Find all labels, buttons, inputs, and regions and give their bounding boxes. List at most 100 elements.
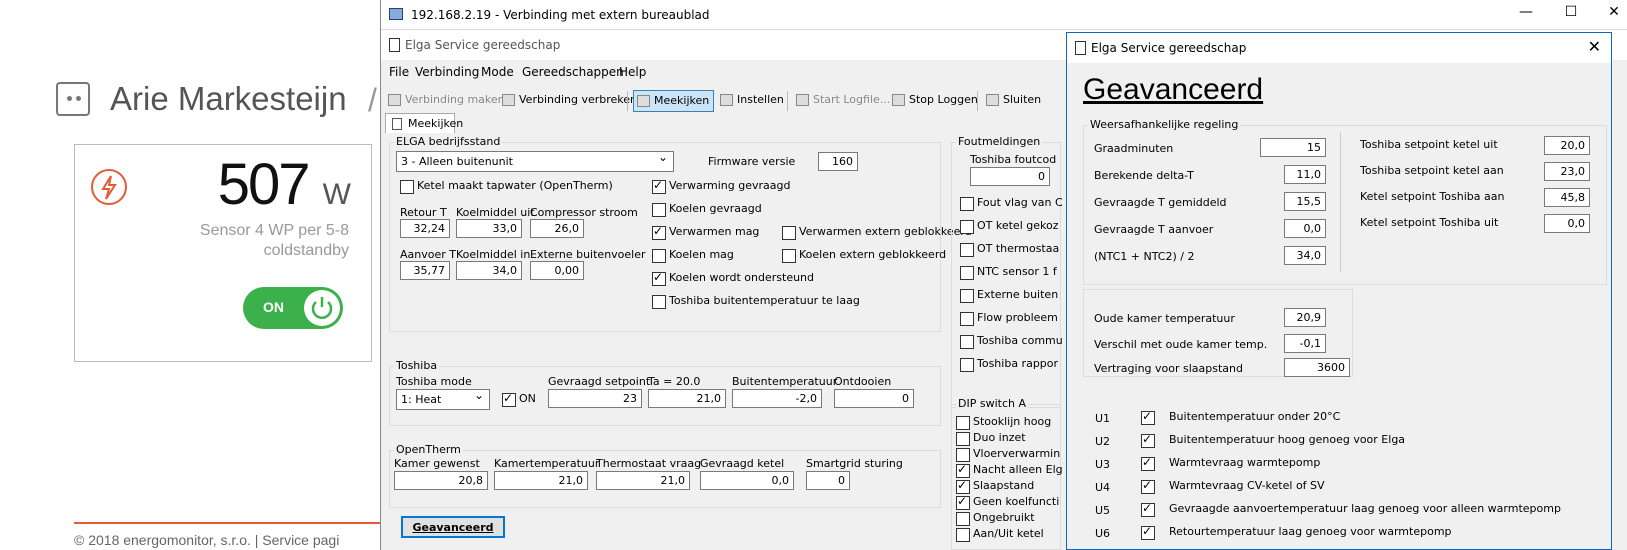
verwarming-checkbox[interactable]: Verwarming gevraagd <box>652 178 790 195</box>
smartgrid-field: 0 <box>806 471 850 490</box>
fout-checkbox[interactable]: NTC sensor 1 f <box>960 265 1057 281</box>
log-icon <box>796 94 809 106</box>
dip-switch-title: DIP switch A <box>956 397 1028 410</box>
ketel-sp-uit-label: Ketel setpoint Toshiba uit <box>1360 216 1499 229</box>
condition-checkbox[interactable]: Warmtevraag warmtepomp <box>1141 455 1320 472</box>
fout-checkbox[interactable]: Flow probleem <box>960 311 1058 327</box>
condition-code: U3 <box>1095 458 1111 471</box>
oude-kamer-label: Oude kamer temperatuur <box>1094 312 1235 325</box>
graadminuten-field: 15 <box>1260 138 1326 157</box>
app-icon <box>1075 41 1086 55</box>
retour-field: 32,24 <box>400 219 450 238</box>
toshiba-laag-checkbox[interactable]: Toshiba buitentemperatuur te laag <box>652 294 860 310</box>
fout-checkbox[interactable]: Toshiba commu <box>960 334 1063 350</box>
sp-ketel-aan-label: Toshiba setpoint ketel aan <box>1360 164 1504 177</box>
koelen-ext-checkbox[interactable]: Koelen extern geblokkeerd <box>782 248 946 264</box>
lightning-icon <box>91 169 127 205</box>
disconnect-button[interactable]: Verbinding verbreken <box>499 90 641 112</box>
condition-checkbox[interactable]: Warmtevraag CV-ketel of SV <box>1141 478 1325 495</box>
toshiba-mode-select[interactable]: 1: Heat <box>396 388 490 410</box>
retour-label: Retour T <box>400 206 447 219</box>
geavanceerd-button[interactable]: Geavanceerd <box>401 516 505 538</box>
toshiba-group: Toshiba Toshiba mode 1: Heat ON Gevraagd… <box>389 359 941 426</box>
ta-field: 21,0 <box>648 389 726 408</box>
power-value: 507 <box>217 152 311 217</box>
compressor-label: Compressor stroom <box>530 206 638 219</box>
ext-voeler-field: 0,00 <box>530 261 584 280</box>
toshiba-foutcode-label: Toshiba foutcod <box>970 153 1057 166</box>
dip-checkbox[interactable]: Ongebruikt <box>956 511 1035 527</box>
condition-checkbox[interactable]: Buitentemperatuur hoog genoeg voor Elga <box>1141 432 1405 449</box>
dip-checkbox[interactable]: Vloerverwarmin <box>956 447 1060 463</box>
ext-voeler-label: Externe buitenvoeler <box>530 248 646 261</box>
verschil-field: -0,1 <box>1284 334 1326 353</box>
breadcrumb-separator: / <box>368 82 377 118</box>
koelen-mag-checkbox[interactable]: Koelen mag <box>652 248 734 264</box>
start-log-label: Start Logfile... <box>813 93 891 106</box>
koelen-checkbox[interactable]: Koelen gevraagd <box>652 202 762 218</box>
close-button[interactable]: Sluiten <box>983 90 1045 112</box>
fout-checkbox[interactable]: Toshiba rappor <box>960 357 1058 373</box>
fout-checkbox[interactable]: Fout vlag van C <box>960 196 1063 212</box>
toshiba-on-checkbox[interactable]: ON <box>502 391 536 408</box>
menu-file[interactable]: File <box>389 65 409 79</box>
condition-code: U6 <box>1095 527 1111 540</box>
dip-checkbox[interactable]: Aan/Uit ketel <box>956 527 1044 543</box>
sensor-name: Sensor 4 WP per 5-8 coldstandby <box>129 221 349 261</box>
verwarmen-mag-checkbox[interactable]: Verwarmen mag <box>652 224 759 241</box>
close-icon[interactable]: ✕ <box>1599 4 1627 20</box>
document-icon <box>392 118 402 130</box>
sp-ketel-aan-field: 23,0 <box>1544 162 1590 181</box>
toolbar-separator <box>627 91 628 111</box>
connect-icon <box>388 94 401 106</box>
dip-checkbox[interactable]: Nacht alleen Elg <box>956 462 1063 479</box>
ontdooien-label: Ontdooien <box>834 375 892 388</box>
menu-help[interactable]: Help <box>619 65 646 79</box>
fout-checkbox[interactable]: OT thermostaa <box>960 242 1059 258</box>
disconnect-icon <box>502 94 515 106</box>
fout-checkbox[interactable]: OT ketel gekoz <box>960 219 1059 235</box>
weersafhankelijk-group: Weersafhankelijke regeling Graadminuten … <box>1083 118 1607 285</box>
connect-button[interactable]: Verbinding maken <box>385 90 509 112</box>
dialog-close-icon[interactable]: ✕ <box>1588 37 1601 56</box>
verwarmen-ext-checkbox[interactable]: Verwarmen extern geblokkeerd <box>782 225 972 241</box>
condition-code: U2 <box>1095 435 1111 448</box>
watch-button[interactable]: Meekijken <box>633 90 715 112</box>
condition-checkbox[interactable]: Retourtemperatuur laag genoeg voor warmt… <box>1141 524 1452 541</box>
group-divider <box>1340 132 1341 272</box>
elga-mode-select[interactable]: 3 - Alleen buitenunit <box>396 150 674 172</box>
power-reading: 507 W <box>218 151 351 218</box>
stop-log-button[interactable]: Stop Loggen <box>889 90 982 112</box>
condition-code: U1 <box>1095 412 1111 425</box>
maximize-icon[interactable]: ☐ <box>1556 4 1586 20</box>
minimize-icon[interactable]: — <box>1511 4 1541 20</box>
footer-text: © 2018 energomonitor, s.r.o. | Service p… <box>74 532 340 548</box>
menu-bar: File Verbinding Mode Gereedschappen Help <box>381 62 1081 82</box>
dip-checkbox[interactable]: Slaapstand <box>956 478 1034 495</box>
dip-checkbox[interactable]: Geen koelfuncti <box>956 494 1059 511</box>
tab-meekijken[interactable]: Meekijken <box>385 113 463 133</box>
gevraagd-ketel-field: 0,0 <box>700 471 794 490</box>
condition-checkbox[interactable]: Gevraagde aanvoertemperatuur laag genoeg… <box>1141 501 1561 518</box>
ketel-sp-uit-field: 0,0 <box>1544 214 1590 233</box>
t-gemiddeld-field: 15,5 <box>1284 192 1326 211</box>
start-log-button[interactable]: Start Logfile... <box>793 90 894 112</box>
condition-checkbox[interactable]: Buitentemperatuur onder 20°C <box>1141 409 1340 426</box>
disconnect-label: Verbinding verbreken <box>519 93 638 106</box>
fout-checkbox[interactable]: Externe buiten <box>960 288 1058 304</box>
menu-verbinding[interactable]: Verbinding <box>415 65 479 79</box>
koel-in-field: 34,0 <box>456 261 522 280</box>
menu-mode[interactable]: Mode <box>481 65 514 79</box>
dip-checkbox[interactable]: Duo inzet <box>956 431 1026 447</box>
ketel-tapwater-checkbox[interactable]: Ketel maakt tapwater (OpenTherm) <box>400 179 613 195</box>
remote-desktop-icon <box>389 8 403 20</box>
dip-checkbox[interactable]: Stooklijn hoog <box>956 415 1051 431</box>
vertraging-field: 3600 <box>1284 358 1350 377</box>
koelen-ondersteund-checkbox[interactable]: Koelen wordt ondersteund <box>652 270 814 287</box>
sensor-line-2: coldstandby <box>263 242 349 259</box>
settings-button[interactable]: Instellen <box>717 90 788 112</box>
menu-gereedschappen[interactable]: Gereedschappen <box>522 65 624 79</box>
connect-label: Verbinding maken <box>405 93 505 106</box>
power-toggle[interactable]: ON <box>243 287 343 329</box>
setpoint-label: Gevraagd setpoint <box>548 375 651 388</box>
